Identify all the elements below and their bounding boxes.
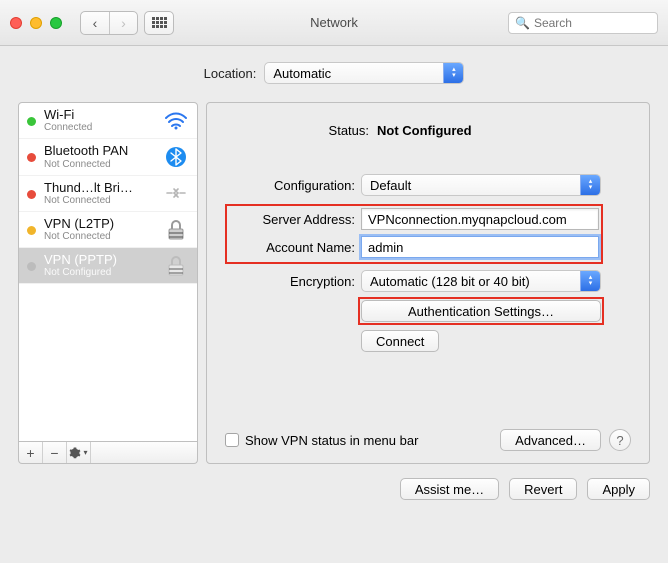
status-value: Not Configured	[377, 123, 617, 138]
assist-me-button[interactable]: Assist me…	[400, 478, 499, 500]
search-input[interactable]	[534, 16, 651, 30]
sidebar-item-bluetooth[interactable]: Bluetooth PAN Not Connected	[19, 139, 197, 175]
wifi-icon	[163, 110, 189, 132]
connect-row: Connect	[225, 330, 631, 352]
encryption-select[interactable]: Automatic (128 bit or 40 bit)	[361, 270, 601, 292]
location-label: Location:	[204, 66, 257, 81]
ethernet-icon	[163, 182, 189, 204]
configuration-select[interactable]: Default	[361, 174, 601, 196]
show-vpn-status-checkbox[interactable]	[225, 433, 239, 447]
show-all-prefs-button[interactable]	[144, 11, 174, 35]
status-dot-icon	[27, 226, 36, 235]
help-button[interactable]: ?	[609, 429, 631, 451]
highlight-server-account: Server Address: Account Name:	[225, 204, 603, 264]
network-services-list: Wi-Fi Connected Bluetooth PAN Not Connec…	[18, 102, 198, 442]
encryption-value: Automatic (128 bit or 40 bit)	[370, 274, 530, 289]
detail-bottom-row: Show VPN status in menu bar Advanced… ?	[225, 429, 631, 451]
minimize-window-button[interactable]	[30, 17, 42, 29]
chevron-down-icon: ▾	[83, 448, 87, 457]
bluetooth-icon	[163, 146, 189, 168]
status-dot-icon	[27, 262, 36, 271]
advanced-button[interactable]: Advanced…	[500, 429, 601, 451]
lock-icon	[163, 219, 189, 241]
auth-settings-row: Authentication Settings…	[225, 300, 631, 322]
configuration-label: Configuration:	[225, 178, 355, 193]
connect-button[interactable]: Connect	[361, 330, 439, 352]
forward-button[interactable]: ›	[109, 12, 137, 34]
sidebar-item-wifi[interactable]: Wi-Fi Connected	[19, 103, 197, 139]
encryption-label: Encryption:	[225, 274, 355, 289]
sidebar-item-subtitle: Connected	[44, 122, 134, 133]
sidebar-item-title: Wi-Fi	[44, 108, 134, 122]
back-button[interactable]: ‹	[81, 12, 109, 34]
server-address-input[interactable]	[361, 208, 599, 230]
search-icon: 🔍	[515, 16, 530, 30]
sidebar-item-title: Thund…lt Bridge	[44, 181, 134, 195]
location-select[interactable]: Automatic	[264, 62, 464, 84]
sidebar-item-subtitle: Not Connected	[44, 195, 134, 206]
sidebar-item-subtitle: Not Configured	[44, 267, 134, 278]
sidebar-item-subtitle: Not Connected	[44, 159, 134, 170]
sidebar-item-title: Bluetooth PAN	[44, 144, 134, 158]
status-dot-icon	[27, 190, 36, 199]
nav-back-forward: ‹ ›	[80, 11, 138, 35]
remove-service-button[interactable]: −	[43, 442, 67, 463]
sidebar-item-thunderbolt[interactable]: Thund…lt Bridge Not Connected	[19, 176, 197, 212]
location-row: Location: Automatic	[18, 62, 650, 84]
sidebar-item-title: VPN (L2TP)	[44, 217, 134, 231]
dropdown-arrows-icon	[580, 175, 600, 195]
account-name-row: Account Name:	[229, 236, 599, 258]
highlight-auth-settings: Authentication Settings…	[361, 300, 601, 322]
dropdown-arrows-icon	[580, 271, 600, 291]
sidebar-item-subtitle: Not Connected	[44, 231, 134, 242]
encryption-row: Encryption: Automatic (128 bit or 40 bit…	[225, 270, 631, 292]
sidebar-tools: + − ▾	[18, 442, 198, 464]
authentication-settings-button[interactable]: Authentication Settings…	[361, 300, 601, 322]
revert-button[interactable]: Revert	[509, 478, 577, 500]
lock-icon	[163, 255, 189, 277]
sidebar-item-title: VPN (PPTP)	[44, 253, 134, 267]
status-dot-icon	[27, 117, 36, 126]
sidebar-item-vpn-l2tp[interactable]: VPN (L2TP) Not Connected	[19, 212, 197, 248]
search-field-wrap[interactable]: 🔍	[508, 12, 658, 34]
grid-icon	[152, 17, 167, 28]
account-name-label: Account Name:	[229, 240, 355, 255]
add-service-button[interactable]: +	[19, 442, 43, 463]
gear-icon	[69, 447, 81, 459]
apply-button[interactable]: Apply	[587, 478, 650, 500]
close-window-button[interactable]	[10, 17, 22, 29]
dropdown-arrows-icon	[443, 63, 463, 83]
account-name-input[interactable]	[361, 236, 599, 258]
status-dot-icon	[27, 153, 36, 162]
sidebar-item-vpn-pptp[interactable]: VPN (PPTP) Not Configured	[19, 248, 197, 284]
configuration-value: Default	[370, 178, 411, 193]
window-titlebar: ‹ › Network 🔍	[0, 0, 668, 46]
location-value: Automatic	[273, 66, 331, 81]
window-traffic-lights	[10, 17, 62, 29]
status-label: Status:	[239, 123, 369, 138]
status-row: Status: Not Configured	[225, 123, 631, 138]
server-address-label: Server Address:	[229, 212, 355, 227]
server-address-row: Server Address:	[229, 208, 599, 230]
service-actions-menu[interactable]: ▾	[67, 442, 91, 463]
detail-pane: Status: Not Configured Configuration: De…	[206, 102, 650, 464]
show-vpn-status-label: Show VPN status in menu bar	[245, 433, 418, 448]
zoom-window-button[interactable]	[50, 17, 62, 29]
footer-buttons: Assist me… Revert Apply	[18, 478, 650, 500]
configuration-row: Configuration: Default	[225, 174, 631, 196]
